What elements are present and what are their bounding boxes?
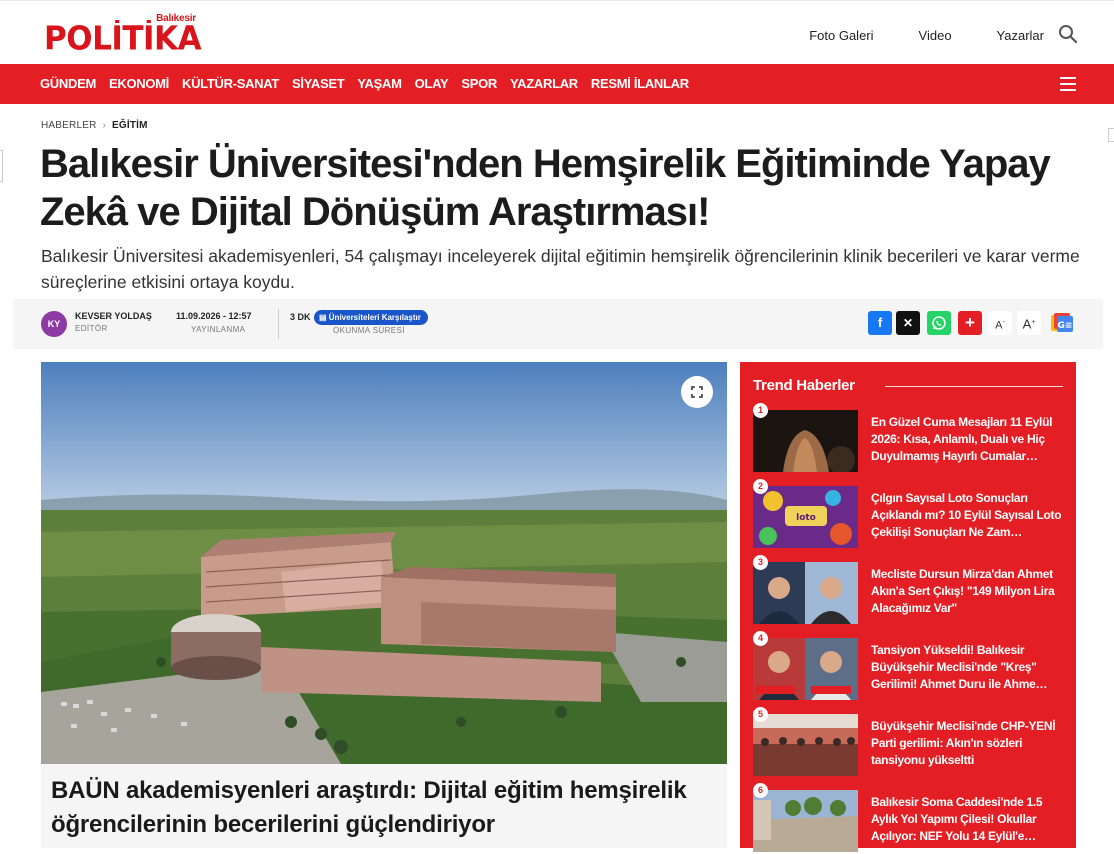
x-icon: ✕ (902, 316, 914, 330)
article-hero-image[interactable] (41, 362, 727, 764)
nav-item-siyaset[interactable]: SİYASET (292, 76, 345, 91)
whatsapp-icon (932, 316, 946, 330)
trend-item[interactable]: 2 loto Çılgın Sayısal Loto Sonuçları Açı… (753, 479, 1073, 550)
trend-rank: 4 (753, 631, 768, 646)
nav-item-olay[interactable]: OLAY (415, 76, 449, 91)
trend-thumbnail: loto (753, 486, 858, 548)
google-news-icon[interactable]: G≡ (1049, 311, 1075, 335)
read-time: 3 DK (290, 312, 311, 322)
trend-rank: 5 (753, 707, 768, 722)
compare-universities-button[interactable]: ▤ Üniversiteleri Karşılaştır (314, 310, 428, 325)
author-name[interactable]: KEVSER YOLDAŞ (75, 311, 152, 321)
trend-item[interactable]: 4 Tansiyon Yükseldi! Balıkesir Büyükşehi… (753, 631, 1073, 702)
main-nav: GÜNDEM EKONOMİ KÜLTÜR-SANAT SİYASET YAŞA… (0, 64, 1114, 104)
trend-headline: Büyükşehir Meclisi'nde CHP-YENİ Parti ge… (871, 719, 1056, 767)
meta-divider (278, 309, 279, 339)
plus-icon: + (965, 313, 975, 332)
trend-item[interactable]: 3 Mecliste Dursun Mirza'dan Ahmet Akın'a… (753, 555, 1073, 626)
trend-thumbnail (753, 562, 858, 624)
trend-item[interactable]: 5 Büyükşehir Meclisi'nde CHP-YENİ Parti … (753, 707, 1073, 778)
trend-news-panel: Trend Haberler 1 En Güzel Cuma Mesajları… (740, 362, 1076, 852)
hero-caption-text: BAÜN akademisyenleri araştırdı: Dijital … (51, 777, 687, 838)
font-increase-button[interactable]: A+ (1017, 311, 1041, 335)
trend-headline: Balıkesir Soma Caddesi'nde 1.5 Aylık Yol… (871, 795, 1043, 843)
facebook-icon: f (877, 315, 883, 330)
nav-item-ekonomi[interactable]: EKONOMİ (109, 76, 169, 91)
campus-aerial-photo (41, 362, 727, 764)
x-share-button[interactable]: ✕ (896, 311, 920, 335)
trend-headline: Mecliste Dursun Mirza'dan Ahmet Akın'a S… (871, 567, 1055, 615)
compare-universities-label: Üniversiteleri Karşılaştır (328, 313, 421, 322)
author-role: EDİTÖR (75, 324, 108, 333)
more-share-button[interactable]: + (958, 311, 982, 335)
trend-thumbnail (753, 790, 858, 852)
breadcrumb: HABERLER › EĞİTİM (41, 120, 148, 131)
side-scroll-marker (0, 150, 3, 182)
publish-date: 11.09.2026 - 12:57 (176, 311, 252, 321)
trend-rank: 3 (753, 555, 768, 570)
trend-thumbnail (753, 410, 858, 472)
trend-thumbnail (753, 714, 858, 776)
nav-item-yazarlar[interactable]: YAZARLAR (510, 76, 578, 91)
top-link-authors[interactable]: Yazarlar (997, 28, 1044, 43)
trend-rank: 6 (753, 783, 768, 798)
fullscreen-button[interactable] (681, 376, 713, 408)
logo-big-text: POLİTİKA (44, 20, 202, 58)
font-increase-sup: + (1031, 319, 1036, 326)
facebook-share-button[interactable]: f (868, 311, 892, 335)
breadcrumb-separator-icon: › (102, 120, 107, 131)
font-increase-label: A (1022, 316, 1032, 332)
expand-icon (691, 386, 703, 398)
author-avatar[interactable]: KY (41, 311, 67, 337)
trend-headline: Tansiyon Yükseldi! Balıkesir Büyükşehir … (871, 643, 1048, 691)
article-summary: Balıkesir Üniversitesi akademisyenleri, … (41, 246, 1080, 292)
top-link-video[interactable]: Video (919, 28, 952, 43)
search-icon[interactable] (1058, 24, 1078, 44)
trend-item[interactable]: 1 En Güzel Cuma Mesajları 11 Eylül 2026:… (753, 403, 1073, 474)
trend-rank: 1 (753, 403, 768, 418)
svg-text:G≡: G≡ (1058, 321, 1073, 331)
font-decrease-button[interactable]: A- (988, 311, 1012, 335)
svg-text:loto: loto (796, 513, 816, 523)
article-meta-bar: KY KEVSER YOLDAŞ EDİTÖR 11.09.2026 - 12:… (13, 299, 1103, 349)
publish-date-label: YAYINLANMA (191, 325, 246, 334)
top-link-photo-gallery[interactable]: Foto Galeri (809, 28, 873, 43)
compare-icon: ▤ (319, 313, 329, 322)
font-decrease-sup: - (1002, 319, 1005, 326)
nav-item-yasam[interactable]: YAŞAM (357, 76, 402, 91)
trend-rank: 2 (753, 479, 768, 494)
trend-item[interactable]: 6 Balıkesir Soma Caddesi'nde 1.5 Aylık Y… (753, 783, 1073, 854)
whatsapp-share-button[interactable] (927, 311, 951, 335)
trend-thumbnail (753, 638, 858, 700)
site-header: Balıkesir POLİTİKA Foto Galeri Video Yaz… (0, 0, 1114, 64)
nav-item-kultur-sanat[interactable]: KÜLTÜR-SANAT (182, 76, 279, 91)
breadcrumb-home[interactable]: HABERLER (41, 120, 97, 131)
trend-headline: Çılgın Sayısal Loto Sonuçları Açıklandı … (871, 491, 1062, 539)
side-scroll-marker-right (1108, 128, 1114, 142)
font-decrease-label: A (995, 319, 1003, 332)
nav-item-resmi-ilanlar[interactable]: RESMİ İLANLAR (591, 76, 689, 91)
trend-title-divider (885, 386, 1063, 387)
article-headline: Balıkesir Üniversitesi'nden Hemşirelik E… (40, 142, 1051, 234)
hero-caption: BAÜN akademisyenleri araştırdı: Dijital … (41, 764, 727, 848)
nav-item-gundem[interactable]: GÜNDEM (40, 76, 96, 91)
top-links: Foto Galeri Video Yazarlar (764, 25, 1078, 45)
site-logo[interactable]: Balıkesir POLİTİKA (44, 11, 204, 59)
hamburger-menu-icon[interactable] (1060, 77, 1076, 91)
trend-panel-title: Trend Haberler (753, 377, 855, 394)
nav-item-spor[interactable]: SPOR (461, 76, 497, 91)
breadcrumb-current[interactable]: EĞİTİM (112, 120, 148, 131)
trend-headline: En Güzel Cuma Mesajları 11 Eylül 2026: K… (871, 415, 1053, 463)
read-time-label: OKUNMA SÜRESİ (333, 326, 405, 335)
